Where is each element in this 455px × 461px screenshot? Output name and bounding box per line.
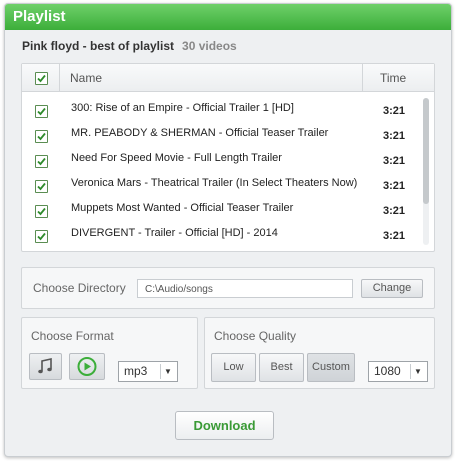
video-table: Name Time 300: Rise of an Empire - Offic… <box>21 63 435 252</box>
video-duration: 3:21 <box>383 155 406 167</box>
resolution-select[interactable]: 1080 ▼ <box>368 361 428 382</box>
format-panel: Choose Format mp3 ▼ <box>21 317 198 389</box>
row-checkbox[interactable] <box>35 155 48 168</box>
title-bar: Playlist <box>5 4 451 30</box>
video-title: Veronica Mars - Theatrical Trailer (In S… <box>71 177 358 189</box>
row-checkbox[interactable] <box>35 180 48 193</box>
directory-panel: Choose Directory C:\Audio/songs Change <box>21 267 435 309</box>
scrollbar-thumb[interactable] <box>423 98 429 204</box>
quality-panel: Choose Quality Low Best Custom 1080 ▼ <box>204 317 435 389</box>
chevron-down-icon: ▼ <box>410 364 425 379</box>
video-title: Need For Speed Movie - Full Length Trail… <box>71 152 282 164</box>
check-icon <box>37 207 46 216</box>
video-duration: 3:21 <box>383 130 406 142</box>
audio-format-button[interactable] <box>29 353 62 380</box>
check-icon <box>37 157 46 166</box>
video-title: 300: Rise of an Empire - Official Traile… <box>71 102 294 114</box>
check-icon <box>37 182 46 191</box>
quality-best-button[interactable]: Best <box>259 353 304 382</box>
directory-label: Choose Directory <box>33 281 126 295</box>
table-row[interactable]: DIVERGENT - Trailer - Official [HD] - 20… <box>22 223 422 248</box>
row-checkbox[interactable] <box>35 230 48 243</box>
playlist-window: Playlist Pink floyd - best of playlist 30… <box>4 3 452 457</box>
table-row[interactable]: Need For Speed Movie - Full Length Trail… <box>22 148 422 173</box>
table-row[interactable]: MR. PEABODY & SHERMAN - Official Teaser … <box>22 123 422 148</box>
play-icon <box>77 357 97 376</box>
row-checkbox[interactable] <box>35 130 48 143</box>
video-duration: 3:21 <box>383 180 406 192</box>
directory-input[interactable]: C:\Audio/songs <box>137 279 353 298</box>
quality-low-button[interactable]: Low <box>211 353 256 382</box>
column-header-name[interactable]: Name <box>70 71 102 85</box>
table-row[interactable]: 300: Rise of an Empire - Official Traile… <box>22 98 422 123</box>
column-header-time[interactable]: Time <box>380 71 406 85</box>
video-title: Muppets Most Wanted - Official Teaser Tr… <box>71 202 294 214</box>
format-select[interactable]: mp3 ▼ <box>118 361 178 382</box>
check-icon <box>37 107 46 116</box>
video-duration: 3:21 <box>383 205 406 217</box>
table-header: Name Time <box>22 64 434 92</box>
video-duration: 3:21 <box>383 105 406 117</box>
resolution-select-value: 1080 <box>374 364 401 378</box>
quality-custom-button[interactable]: Custom <box>307 353 355 382</box>
table-row[interactable]: Veronica Mars - Theatrical Trailer (In S… <box>22 173 422 198</box>
row-checkbox[interactable] <box>35 105 48 118</box>
playlist-name: Pink floyd - best of playlist <box>22 39 175 53</box>
video-title: DIVERGENT - Trailer - Official [HD] - 20… <box>71 227 278 239</box>
check-icon <box>37 132 46 141</box>
download-button[interactable]: Download <box>175 411 274 440</box>
video-title: MR. PEABODY & SHERMAN - Official Teaser … <box>71 127 329 139</box>
table-scrollbar[interactable] <box>423 98 429 245</box>
quality-label: Choose Quality <box>214 329 297 343</box>
check-icon <box>37 74 46 83</box>
video-format-button[interactable] <box>69 353 105 380</box>
video-duration: 3:21 <box>383 230 406 242</box>
select-all-checkbox[interactable] <box>35 72 48 85</box>
playlist-header: Pink floyd - best of playlist 30 videos <box>22 39 237 53</box>
format-label: Choose Format <box>31 329 114 343</box>
table-row[interactable]: Muppets Most Wanted - Official Teaser Tr… <box>22 198 422 223</box>
chevron-down-icon: ▼ <box>160 364 175 379</box>
music-note-icon <box>38 358 52 374</box>
format-select-value: mp3 <box>124 364 148 378</box>
check-icon <box>37 232 46 241</box>
row-checkbox[interactable] <box>35 205 48 218</box>
change-directory-button[interactable]: Change <box>361 279 423 298</box>
video-count: 30 videos <box>182 39 237 53</box>
